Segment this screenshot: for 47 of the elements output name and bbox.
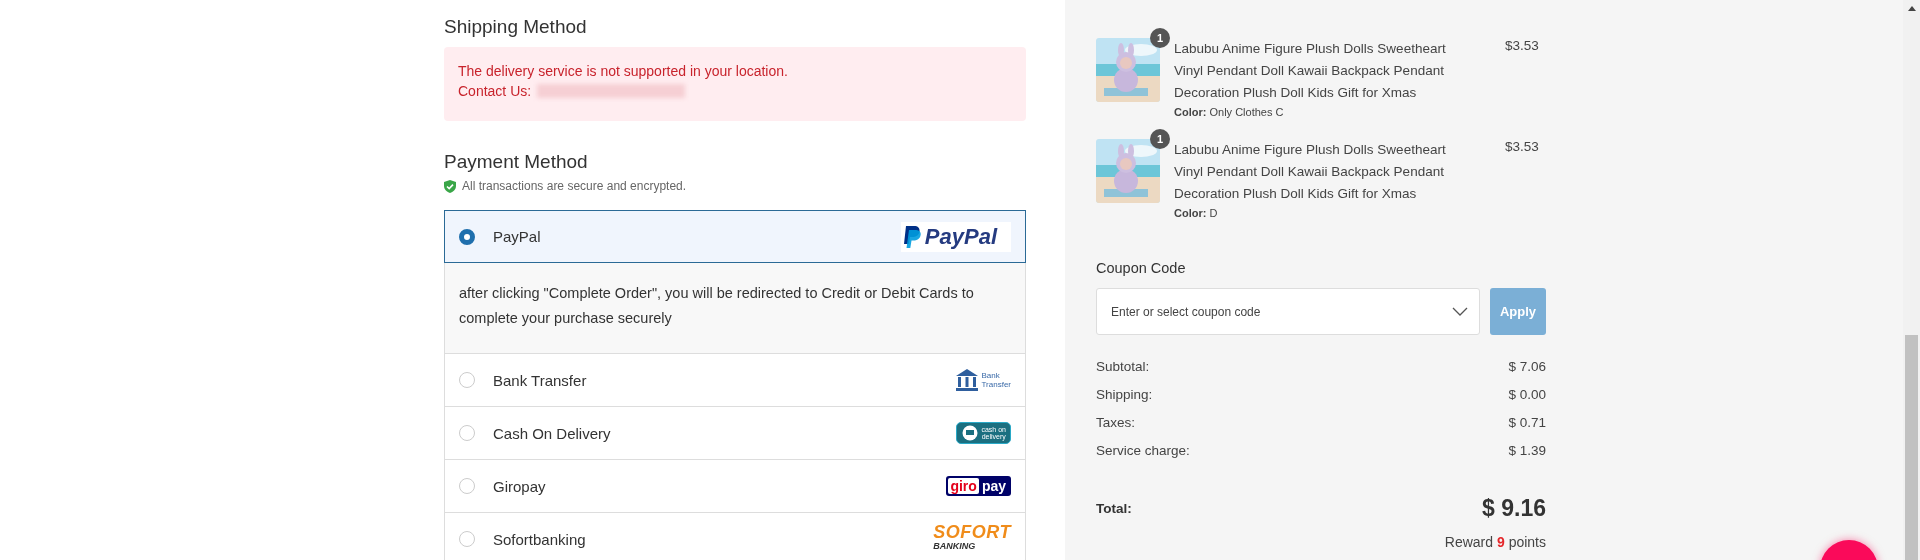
option-label: Bank Transfer [493, 371, 588, 389]
chevron-down-icon[interactable] [1452, 307, 1468, 316]
summary-value: $ 7.06 [1508, 359, 1546, 376]
product-name: Labubu Anime Figure Plush Dolls Sweetheart Vinyl Pendant Doll Kawaii Backpack Pendant Decoration Plush Doll Kids Gift for Xmas [1174, 40, 1447, 102]
section-title: Payment Method [444, 151, 589, 173]
product-name: Labubu Anime Figure Plush Dolls Sweetheart Vinyl Pendant Doll Kawaii Backpack Pendant Decoration Plush Doll Kids Gift for Xmas [1174, 141, 1447, 203]
paypal-logo: PayPal [900, 221, 1011, 252]
alert-message: The delivery service is not supported in your location. [458, 62, 789, 81]
summary-label: Taxes: [1096, 415, 1136, 432]
summary-label: Shipping: [1096, 387, 1153, 404]
option-label: Giropay [493, 477, 547, 495]
payment-option[interactable]: Bank Transfer Bank Transfer [445, 353, 1025, 406]
scrollbar-thumb[interactable] [1905, 335, 1918, 560]
payment-option[interactable]: Giropay giro pay [445, 459, 1025, 512]
giropay-logo: giro pay [946, 476, 1011, 496]
sofort-logo: SOFORT BANKING [933, 525, 1011, 553]
payment-option[interactable]: PayPal PayPal [445, 211, 1025, 262]
radio-button[interactable] [459, 228, 475, 245]
quantity-badge: 1 [1150, 28, 1170, 48]
summary-value: $ 1.39 [1508, 443, 1546, 460]
total-label: Total: [1096, 501, 1132, 516]
product-price: $3.53 [1505, 38, 1539, 55]
contact-label: Contact Us: [458, 82, 532, 101]
summary-label: Subtotal: [1096, 359, 1150, 376]
quantity-badge: 1 [1150, 129, 1170, 149]
option-label: Cash On Delivery [493, 424, 612, 442]
product-price: $3.53 [1505, 139, 1539, 156]
variant-value: Only Clothes C [1209, 106, 1284, 118]
option-label: PayPal [493, 228, 542, 245]
variant-label: Color: [1174, 106, 1207, 118]
reward-text: Reward 9 points [1444, 534, 1546, 550]
section-title: Shipping Method [444, 16, 588, 38]
payment-description: after clicking "Complete Order", you will be redirected to Credit or Debit Cards to complete your purchase securely [445, 262, 1025, 353]
shield-check-icon [444, 179, 456, 193]
summary-label: Service charge: [1096, 443, 1190, 460]
summary-value: $ 0.71 [1508, 415, 1546, 432]
option-label: Sofortbanking [493, 530, 587, 548]
summary-value: $ 0.00 [1508, 387, 1546, 404]
variant-label: Color: [1174, 207, 1207, 219]
scroll-up-arrow-icon[interactable] [1907, 6, 1916, 11]
total-value: $ 9.16 [1482, 495, 1546, 522]
bank-transfer-logo: Bank Transfer [954, 368, 1011, 392]
coupon-label: Coupon Code [1096, 260, 1187, 276]
secure-note: All transactions are secure and encrypted. [462, 179, 687, 193]
payment-option[interactable]: Sofortbanking SOFORT BANKING [445, 512, 1025, 560]
coupon-field[interactable]: Enter or select coupon code [1096, 288, 1480, 335]
variant-value: D [1209, 207, 1218, 219]
